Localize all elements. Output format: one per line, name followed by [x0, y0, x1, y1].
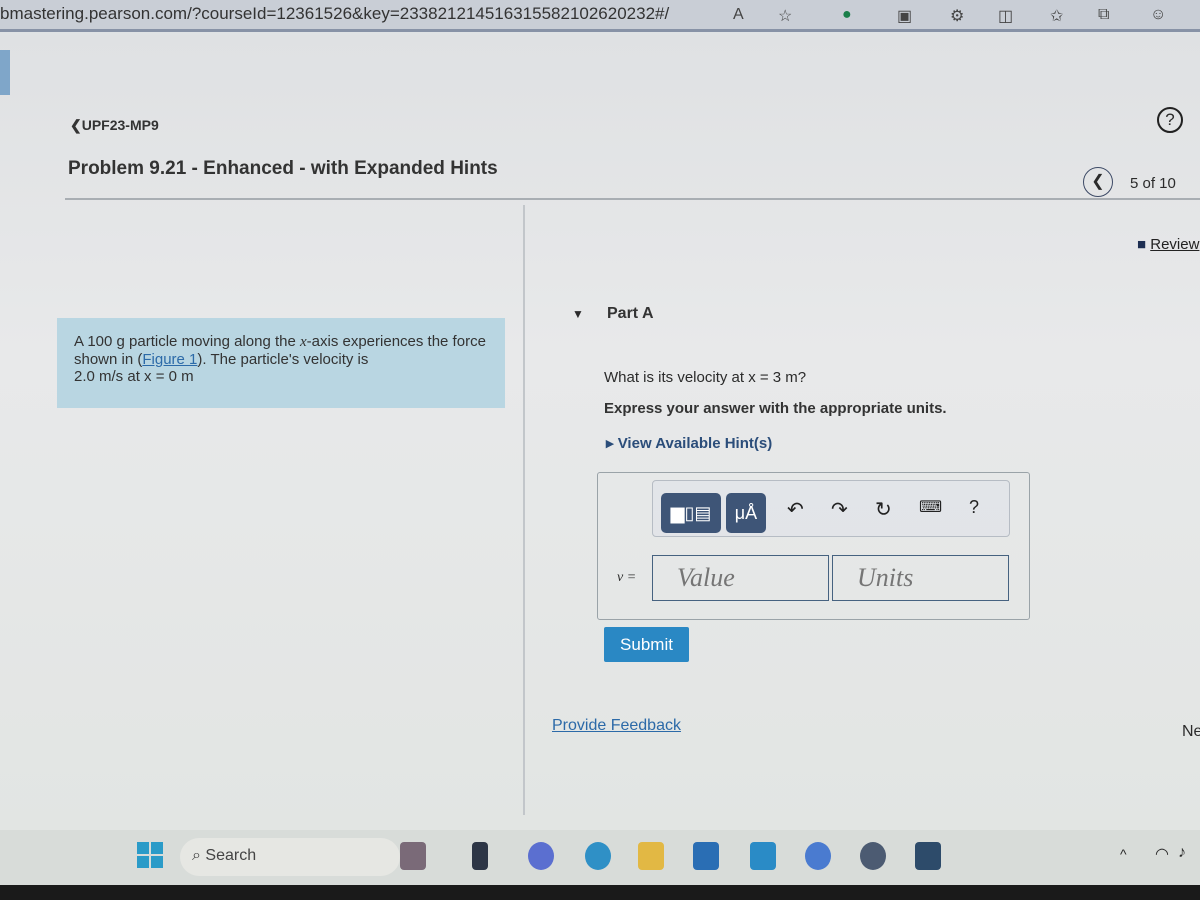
search-icon: ⌕ [192, 847, 201, 864]
chevron-up-icon[interactable]: ^ [1120, 846, 1127, 862]
edge-icon[interactable] [585, 842, 611, 870]
next-link[interactable]: Ne [1182, 723, 1200, 741]
divider [523, 205, 525, 815]
previous-button[interactable]: ❮ [1083, 167, 1113, 197]
file-explorer-icon[interactable] [638, 842, 664, 870]
units-button[interactable]: μÅ [726, 493, 766, 533]
extensions-icon[interactable]: ⚙ [950, 6, 964, 26]
mail-icon[interactable] [750, 842, 776, 870]
collapse-caret-icon[interactable]: ▼ [572, 307, 584, 321]
extension-icon[interactable]: ▣ [897, 6, 912, 26]
search-label: Search [205, 847, 257, 864]
app-icon[interactable] [915, 842, 941, 870]
copilot-icon[interactable] [805, 842, 831, 870]
favorite-star-icon[interactable]: ☆ [778, 6, 792, 26]
sidebar-toggle[interactable] [0, 50, 10, 95]
store-icon[interactable] [693, 842, 719, 870]
book-icon: ■ [1137, 236, 1147, 253]
view-hints-link[interactable]: ▸ View Available Hint(s) [606, 434, 772, 452]
divider [65, 198, 1200, 200]
problem-text: ). The particle's velocity is [197, 351, 369, 368]
settings-icon[interactable] [860, 842, 886, 870]
taskbar-search[interactable]: ⌕ Search [180, 838, 400, 876]
screen-bezel [0, 885, 1200, 900]
browser-address-bar[interactable]: bmastering.pearson.com/?courseId=1236152… [0, 0, 1200, 32]
windows-start-icon[interactable] [137, 842, 163, 868]
question-text: What is its velocity at x = 3 m? [604, 369, 807, 386]
url-text[interactable]: bmastering.pearson.com/?courseId=1236152… [0, 4, 669, 24]
undo-icon[interactable]: ↶ [787, 497, 804, 522]
page-title: Problem 9.21 - Enhanced - with Expanded … [68, 158, 498, 179]
meet-icon[interactable] [528, 842, 554, 870]
volume-icon[interactable]: ♪ [1178, 844, 1186, 862]
keyboard-icon[interactable]: ⌨ [919, 497, 942, 517]
redo-icon[interactable]: ↷ [831, 497, 848, 522]
variable: x [299, 334, 307, 350]
course-link[interactable]: UPF23-MP9 [82, 117, 159, 133]
templates-button[interactable]: ▆▯▤ [661, 493, 721, 533]
value-input[interactable] [652, 555, 829, 601]
breadcrumb[interactable]: ❮UPF23-MP9 [70, 117, 159, 134]
instruction-text: Express your answer with the appropriate… [604, 400, 947, 417]
collections-icon[interactable]: ⧉ [1098, 6, 1109, 24]
read-aloud-icon[interactable]: A [733, 6, 744, 24]
split-screen-icon[interactable]: ◫ [998, 6, 1013, 26]
hints-label[interactable]: View Available Hint(s) [618, 435, 773, 452]
help-icon[interactable]: ? [1157, 107, 1183, 133]
review-link[interactable]: ■ Review [1137, 236, 1199, 253]
templates-icon: ▆▯▤ [670, 502, 712, 523]
figure-link[interactable]: Figure 1 [142, 351, 197, 368]
help-button[interactable]: ? [969, 497, 979, 518]
widgets-icon[interactable] [400, 842, 426, 870]
initial-velocity: 2.0 m/s at x = 0 m [74, 368, 194, 385]
problem-statement: A 100 g particle moving along the x-axis… [57, 318, 505, 408]
task-view-icon[interactable] [472, 842, 488, 870]
page-content [0, 35, 1200, 830]
review-label[interactable]: Review [1150, 236, 1199, 253]
favorites-icon[interactable]: ✩ [1050, 6, 1063, 26]
profile-icon[interactable]: ☺ [1150, 6, 1166, 24]
reset-icon[interactable]: ↻ [875, 497, 892, 522]
extension-icon[interactable]: ● [842, 6, 852, 24]
submit-button[interactable]: Submit [604, 627, 689, 662]
units-input[interactable] [832, 555, 1009, 601]
problem-counter: 5 of 10 [1130, 175, 1176, 192]
math-toolbar: ▆▯▤ μÅ ↶ ↷ ↻ ⌨ ? [652, 480, 1010, 537]
answer-label: v = [617, 570, 637, 585]
part-label[interactable]: Part A [607, 305, 654, 323]
provide-feedback-link[interactable]: Provide Feedback [552, 717, 681, 735]
taskbar: ⌕ Search ^ ◠ ♪ [0, 830, 1200, 885]
problem-text: A 100 g particle moving along the [74, 333, 300, 350]
wifi-icon[interactable]: ◠ [1155, 844, 1169, 864]
